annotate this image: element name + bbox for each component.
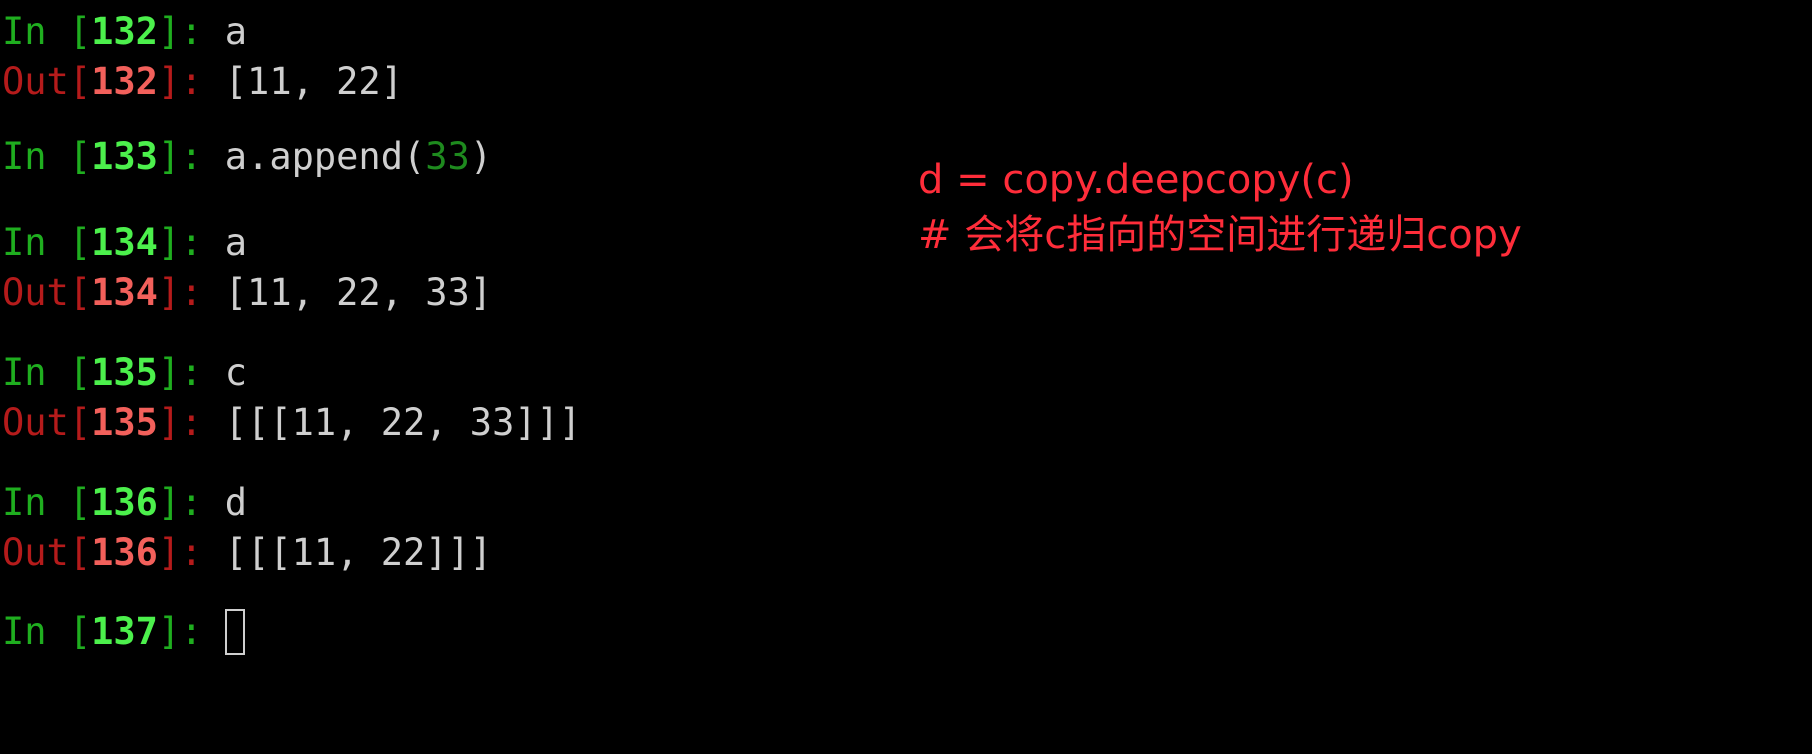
- output-line-135: Out[135]: [[[11, 22, 33]]]: [2, 401, 582, 444]
- input-line-133: In [133]: a.append(33): [2, 135, 493, 178]
- ipython-terminal[interactable]: In [132]: a Out[132]: [11, 22] In [133]:…: [0, 0, 1812, 754]
- input-code: a: [224, 221, 248, 264]
- input-code-suffix: ): [469, 135, 493, 178]
- out-prompt-number: 135: [91, 401, 158, 444]
- output-value: [11, 22, 33]: [224, 271, 493, 314]
- in-prompt-label: In: [2, 221, 47, 264]
- in-prompt-number: 132: [91, 10, 158, 53]
- in-prompt-number: 137: [91, 610, 158, 653]
- input-code: a.append(: [224, 135, 426, 178]
- output-line-132: Out[132]: [11, 22]: [2, 60, 403, 103]
- output-value: [[[11, 22, 33]]]: [224, 401, 582, 444]
- output-value: [[[11, 22]]]: [224, 531, 493, 574]
- in-prompt-number: 134: [91, 221, 158, 264]
- in-prompt-number: 136: [91, 481, 158, 524]
- out-prompt-number: 132: [91, 60, 158, 103]
- out-prompt-label: Out: [2, 60, 69, 103]
- input-code: c: [224, 351, 248, 394]
- out-prompt-label: Out: [2, 531, 69, 574]
- annotation-line-1: d = copy.deepcopy(c): [918, 157, 1354, 203]
- in-prompt-label: In: [2, 610, 47, 653]
- input-line-136: In [136]: d: [2, 481, 248, 524]
- input-line-137[interactable]: In [137]:: [2, 607, 245, 657]
- output-line-136: Out[136]: [[[11, 22]]]: [2, 531, 493, 574]
- input-code: a: [224, 10, 248, 53]
- in-prompt-label: In: [2, 135, 47, 178]
- in-prompt-label: In: [2, 10, 47, 53]
- input-line-134: In [134]: a: [2, 221, 248, 264]
- input-code: d: [224, 481, 248, 524]
- out-prompt-number: 136: [91, 531, 158, 574]
- output-value: [11, 22]: [224, 60, 403, 103]
- text-cursor: [224, 608, 245, 655]
- in-prompt-label: In: [2, 351, 47, 394]
- input-line-135: In [135]: c: [2, 351, 248, 394]
- input-code-number: 33: [425, 135, 470, 178]
- out-prompt-number: 134: [91, 271, 158, 314]
- in-prompt-number: 133: [91, 135, 158, 178]
- out-prompt-label: Out: [2, 271, 69, 314]
- in-prompt-number: 135: [91, 351, 158, 394]
- in-prompt-label: In: [2, 481, 47, 524]
- output-line-134: Out[134]: [11, 22, 33]: [2, 271, 493, 314]
- out-prompt-label: Out: [2, 401, 69, 444]
- annotation-line-2: # 会将c指向的空间进行递归copy: [918, 212, 1522, 258]
- input-line-132: In [132]: a: [2, 10, 248, 53]
